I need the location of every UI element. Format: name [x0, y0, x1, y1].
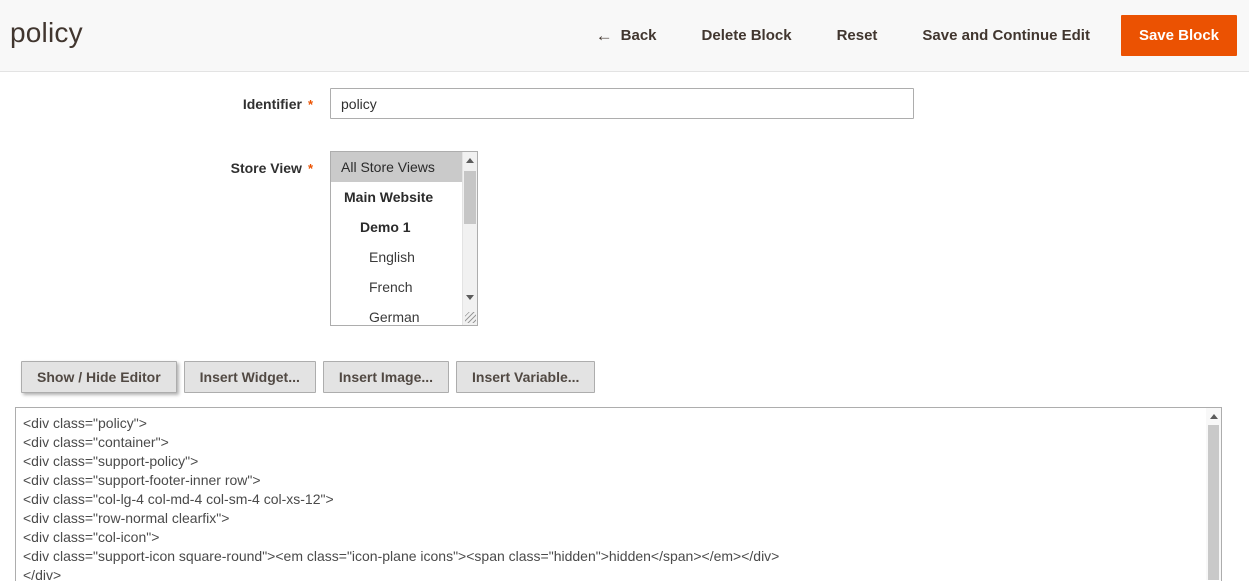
- scrollbar-thumb[interactable]: [464, 171, 476, 224]
- code-line: <div class="container">: [23, 433, 1197, 452]
- code-line: </div>: [23, 566, 1197, 581]
- store-view-label: Store View*: [0, 160, 313, 176]
- store-view-option-main-website[interactable]: Main Website: [331, 182, 477, 212]
- textarea-scrollbar[interactable]: [1206, 408, 1221, 580]
- scroll-up-icon[interactable]: [1206, 409, 1221, 423]
- page-header: policy ← Back Delete Block Reset Save an…: [0, 0, 1249, 72]
- code-line: <div class="support-footer-inner row">: [23, 471, 1197, 490]
- identifier-label: Identifier*: [0, 96, 313, 112]
- arrow-left-icon: ←: [596, 27, 613, 44]
- insert-variable-button[interactable]: Insert Variable...: [456, 361, 595, 393]
- required-asterisk: *: [308, 97, 313, 112]
- code-line: <div class="policy">: [23, 414, 1197, 433]
- store-view-option-all-store-views[interactable]: All Store Views: [331, 152, 477, 182]
- editor-toolbar: Show / Hide Editor Insert Widget... Inse…: [21, 361, 595, 393]
- show-hide-editor-button[interactable]: Show / Hide Editor: [21, 361, 177, 393]
- store-view-option-english[interactable]: English: [331, 242, 477, 272]
- scrollbar-thumb[interactable]: [1208, 425, 1219, 580]
- store-view-option-demo-1[interactable]: Demo 1: [331, 212, 477, 242]
- store-view-option-french[interactable]: French: [331, 272, 477, 302]
- identifier-input[interactable]: [330, 88, 914, 119]
- code-line: <div class="row-normal clearfix">: [23, 509, 1197, 528]
- store-list-scrollbar[interactable]: [462, 152, 477, 325]
- back-button[interactable]: ← Back: [596, 27, 657, 44]
- code-line: <div class="support-icon square-round"><…: [23, 547, 1197, 566]
- required-asterisk: *: [308, 161, 313, 176]
- scroll-down-icon[interactable]: [463, 291, 477, 304]
- store-view-multiselect[interactable]: All Store Views Main Website Demo 1 Engl…: [330, 151, 478, 326]
- insert-image-button[interactable]: Insert Image...: [323, 361, 449, 393]
- delete-block-button[interactable]: Delete Block: [702, 27, 792, 44]
- resize-grip-icon[interactable]: [465, 312, 476, 323]
- reset-button[interactable]: Reset: [837, 27, 878, 44]
- code-line: <div class="col-lg-4 col-md-4 col-sm-4 c…: [23, 490, 1197, 509]
- save-and-continue-button[interactable]: Save and Continue Edit: [922, 27, 1090, 44]
- cms-block-edit-page: policy ← Back Delete Block Reset Save an…: [0, 0, 1249, 581]
- insert-widget-button[interactable]: Insert Widget...: [184, 361, 316, 393]
- page-title: policy: [10, 17, 83, 49]
- code-line: <div class="col-icon">: [23, 528, 1197, 547]
- header-actions: ← Back Delete Block Reset Save and Conti…: [596, 0, 1237, 71]
- scroll-up-icon[interactable]: [463, 154, 477, 167]
- back-button-label: Back: [621, 27, 657, 44]
- store-view-option-german[interactable]: German: [331, 302, 477, 326]
- code-line: <div class="support-policy">: [23, 452, 1197, 471]
- block-content-textarea[interactable]: <div class="policy"> <div class="contain…: [15, 407, 1222, 581]
- save-block-button[interactable]: Save Block: [1121, 15, 1237, 56]
